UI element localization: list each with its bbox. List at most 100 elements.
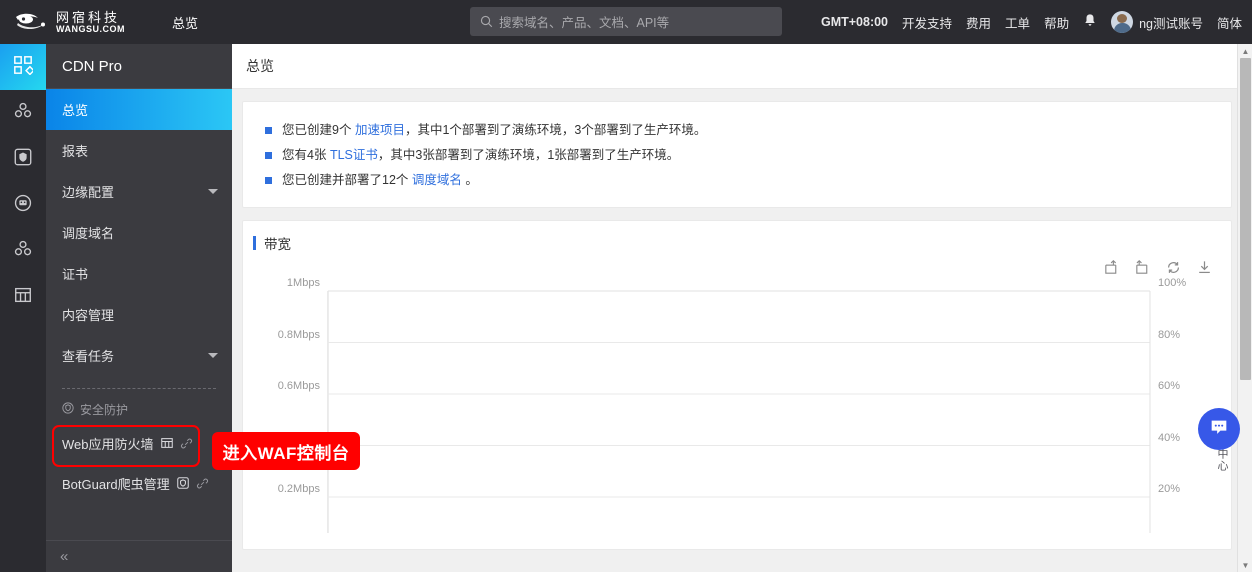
username-label: ng测试账号	[1139, 16, 1203, 31]
chevron-double-left-icon: «	[60, 548, 69, 565]
rail-item-apps-grid[interactable]	[0, 44, 46, 90]
bullet-icon	[265, 127, 272, 134]
bandwidth-chart-card: 带宽 1Mbps 0.8Mbps 0.6Mbps 0.2Mbps 100% 80…	[242, 220, 1232, 550]
apps-grid-icon	[13, 55, 35, 80]
page-title: 总览	[232, 44, 1252, 89]
sidebar-group-security: 安全防护	[46, 395, 232, 423]
timezone-label: GMT+08:00	[820, 15, 889, 29]
shield-small-icon	[62, 401, 74, 417]
topbar-link-tickets[interactable]: 工单	[1005, 13, 1030, 32]
notice-post: ，其中3张部署到了演练环境，1张部署到了生产环境。	[377, 148, 680, 162]
sidebar-item-scheduling-domain[interactable]: 调度域名	[46, 212, 232, 253]
sidebar-item-label: 查看任务	[62, 349, 115, 364]
list-item: 您有4张 TLS证书，其中3张部署到了演练环境，1张部署到了生产环境。	[265, 143, 1209, 168]
zoom-out-icon[interactable]	[1134, 259, 1151, 281]
rail-item-globe[interactable]	[0, 182, 46, 228]
language-switcher[interactable]: 简体	[1217, 13, 1242, 32]
axis-tick-label: 1Mbps	[286, 277, 320, 289]
sidebar-group-label: 安全防护	[80, 402, 129, 417]
notice-text: 您有4张 TLS证书，其中3张部署到了演练环境，1张部署到了生产环境。	[282, 143, 679, 168]
y-axis-left-ticks: 1Mbps 0.8Mbps 0.6Mbps 0.4Mbps 0.2Mbps	[243, 277, 328, 543]
notice-link[interactable]: TLS证书	[330, 148, 378, 162]
notice-text: 您已创建并部署了12个 调度域名 。	[282, 168, 478, 193]
sidebar: CDN Pro 总览 报表 边缘配置 调度域名 证书 内容管理 查看任务 安全防…	[46, 44, 232, 572]
sidebar-item-label: 内容管理	[62, 308, 115, 323]
brand-logo[interactable]: 网宿科技 WANGSU.COM	[0, 11, 160, 34]
sidebar-item-label: 调度域名	[62, 226, 115, 241]
rail-item-cubes-2[interactable]	[0, 228, 46, 274]
sidebar-item-label: BotGuard爬虫管理	[62, 476, 170, 492]
scrollbar-thumb[interactable]	[1240, 58, 1251, 380]
sidebar-divider	[62, 388, 216, 389]
plot-svg	[327, 290, 1151, 533]
notice-link[interactable]: 调度域名	[412, 173, 462, 187]
axis-tick-label: 0.8Mbps	[277, 328, 320, 341]
sidebar-item-label: 边缘配置	[62, 185, 115, 200]
summary-notice-card: 您已创建9个 加速项目，其中1个部署到了演练环境，3个部署到了生产环境。 您有4…	[242, 101, 1232, 208]
search-placeholder-text: 搜索域名、产品、文档、API等	[499, 16, 670, 30]
top-bar: 网宿科技 WANGSU.COM 总览 搜索域名、产品、文档、API等 GMT+0…	[0, 0, 1252, 44]
sidebar-item-label: 证书	[62, 267, 89, 282]
brand-text: 网宿科技 WANGSU.COM	[56, 11, 125, 34]
external-link-icon	[180, 437, 193, 450]
sidebar-item-botguard[interactable]: BotGuard爬虫管理	[46, 463, 232, 503]
sidebar-item-label: Web应用防火墙	[62, 436, 154, 452]
global-search[interactable]: 搜索域名、产品、文档、API等	[470, 7, 782, 36]
scroll-up-arrow-icon[interactable]: ▲	[1238, 44, 1252, 58]
table-grid-icon	[13, 285, 33, 310]
sidebar-item-label: 总览	[62, 103, 89, 118]
chat-bubble-icon	[1208, 416, 1230, 443]
shield-icon	[176, 476, 190, 490]
axis-tick-label: 0.2Mbps	[277, 483, 320, 495]
notice-text: 您已创建9个 加速项目，其中1个部署到了演练环境，3个部署到了生产环境。	[282, 118, 706, 143]
list-item: 您已创建并部署了12个 调度域名 。	[265, 168, 1209, 193]
topbar-nav-overview[interactable]: 总览	[172, 13, 198, 32]
topbar-link-dev-support[interactable]: 开发支持	[902, 13, 952, 32]
external-link-icon	[196, 477, 209, 490]
chart-title-text: 带宽	[264, 237, 291, 252]
vertical-scrollbar[interactable]: ▲ ▼	[1237, 44, 1252, 572]
notification-bell-icon[interactable]	[1083, 13, 1097, 31]
sidebar-item-certificates[interactable]: 证书	[46, 253, 232, 294]
avatar	[1111, 11, 1134, 33]
axis-tick-label: 20%	[1157, 483, 1180, 495]
chat-widget-button[interactable]	[1198, 408, 1240, 450]
sidebar-item-label: 报表	[62, 144, 89, 159]
content-area: 您已创建9个 加速项目，其中1个部署到了演练环境，3个部署到了生产环境。 您有4…	[232, 89, 1252, 550]
notice-post: 。	[461, 173, 478, 187]
scroll-down-arrow-icon[interactable]: ▼	[1238, 558, 1252, 572]
axis-tick-label: 80%	[1157, 328, 1180, 341]
rail-item-cubes-1[interactable]	[0, 90, 46, 136]
axis-tick-label: 40%	[1157, 431, 1180, 444]
notice-list: 您已创建9个 加速项目，其中1个部署到了演练环境，3个部署到了生产环境。 您有4…	[265, 118, 1209, 193]
bullet-icon	[265, 152, 272, 159]
sidebar-collapse-button[interactable]: «	[46, 540, 232, 572]
sidebar-item-waf[interactable]: Web应用防火墙	[46, 423, 232, 463]
sidebar-item-reports[interactable]: 报表	[46, 130, 232, 171]
topbar-right-group: GMT+08:00 开发支持 费用 工单 帮助 ng测试账号 简体	[821, 0, 1242, 44]
sidebar-item-content-management[interactable]: 内容管理	[46, 294, 232, 335]
wangsu-logo-icon	[14, 11, 50, 33]
sidebar-item-view-tasks[interactable]: 查看任务	[46, 335, 232, 376]
topbar-link-billing[interactable]: 费用	[966, 13, 991, 32]
topbar-link-help[interactable]: 帮助	[1044, 13, 1069, 32]
sidebar-item-overview[interactable]: 总览	[46, 89, 232, 130]
chart-title: 带宽	[243, 221, 1231, 253]
user-menu[interactable]: ng测试账号	[1111, 11, 1203, 33]
app-root: 网宿科技 WANGSU.COM 总览 搜索域名、产品、文档、API等 GMT+0…	[0, 0, 1252, 572]
brand-name-cn: 网宿科技	[56, 9, 121, 25]
icon-rail	[0, 44, 46, 572]
axis-tick-label: 60%	[1157, 380, 1180, 392]
rail-item-shield[interactable]	[0, 136, 46, 182]
zoom-in-icon[interactable]	[1103, 259, 1120, 281]
table-grid-icon	[160, 436, 174, 450]
notice-link[interactable]: 加速项目	[355, 123, 405, 137]
sidebar-item-edge-config[interactable]: 边缘配置	[46, 171, 232, 212]
shield-icon	[13, 147, 33, 172]
waf-console-callout: 进入WAF控制台	[212, 432, 360, 470]
list-item: 您已创建9个 加速项目，其中1个部署到了演练环境，3个部署到了生产环境。	[265, 118, 1209, 143]
cubes-icon	[13, 101, 33, 126]
globe-circle-icon	[13, 193, 33, 218]
rail-item-table-grid[interactable]	[0, 274, 46, 320]
download-icon[interactable]	[1196, 259, 1213, 281]
